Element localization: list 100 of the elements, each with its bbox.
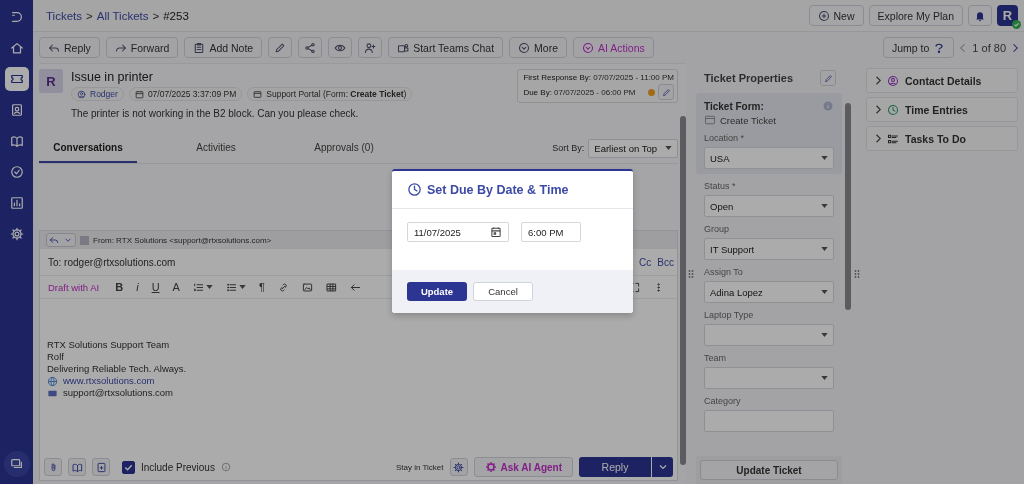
ask-ai-agent-button[interactable]: Ask AI Agent (473, 457, 573, 477)
first-response-text: First Response By: 07/07/2025 - 11:00 PM (523, 73, 674, 82)
sort-label: Sort By: (552, 143, 585, 153)
sort-select[interactable]: Earliest on Top (588, 138, 678, 158)
source-chip: Support Portal (Form: Create Ticket) (247, 87, 413, 101)
reply-icon (47, 235, 61, 245)
reply-button[interactable]: Reply (579, 457, 651, 477)
calendar-icon (490, 226, 502, 238)
tab[interactable]: Conversations (39, 133, 137, 163)
dropdown-field[interactable]: USA (704, 147, 834, 169)
share-button[interactable] (298, 37, 323, 58)
bcc-link[interactable]: Bcc (657, 256, 674, 268)
dropdown-field[interactable] (704, 324, 834, 346)
status-dot (648, 88, 655, 96)
update-ticket-button[interactable]: Update Ticket (700, 460, 838, 480)
task-list-icon (887, 132, 899, 145)
reply-type-button[interactable] (46, 233, 76, 247)
info-icon (822, 100, 834, 112)
edit-button[interactable] (268, 37, 293, 58)
jump-to-button[interactable]: Jump to (883, 37, 955, 58)
edit-properties-button[interactable] (820, 70, 836, 86)
format-button[interactable]: ¶ (253, 278, 270, 296)
time-field[interactable]: 6:00 PM (521, 222, 581, 242)
edit-icon (823, 73, 833, 83)
bullet-list-icon (225, 281, 237, 293)
caret-icon (238, 285, 246, 289)
from-text: From: RTX Solutions <support@rtxsolutions.com> (93, 235, 272, 245)
chat-button[interactable] (3, 451, 30, 477)
attach-button[interactable] (44, 458, 62, 476)
dropdown-field[interactable]: Adina Lopez (704, 281, 834, 303)
toolbar-button[interactable]: Forward (105, 37, 179, 58)
signature-line: Delivering Reliable Tech. Always. (47, 363, 188, 375)
breadcrumb-link[interactable]: Tickets (46, 9, 82, 22)
chat-icon (9, 457, 24, 471)
tab[interactable]: Activities (167, 133, 265, 163)
draft-with-ai-button[interactable]: Draft with AI (48, 281, 100, 293)
signature-line: Rolf (47, 351, 65, 363)
website-link[interactable]: www.rtxsolutions.com (63, 375, 155, 387)
notifications-button[interactable] (968, 5, 992, 26)
resize-handle[interactable] (688, 268, 694, 279)
update-button[interactable]: Update (407, 282, 467, 301)
toolbar-button[interactable]: Add Note (184, 37, 263, 58)
nav-item[interactable] (4, 67, 29, 91)
tab[interactable]: Approvals (0) (295, 133, 393, 163)
caret-icon (821, 156, 828, 160)
to-field[interactable]: To: rodger@rtxsolutions.com (48, 256, 176, 268)
reply-options-button[interactable] (652, 457, 673, 477)
toolbar-button[interactable]: Reply (39, 37, 100, 58)
knowledge-base-button[interactable] (68, 458, 86, 476)
logo-icon (9, 10, 24, 24)
format-button[interactable]: B (110, 278, 129, 296)
numbered-list-icon (192, 281, 204, 293)
settings-button[interactable] (449, 458, 468, 476)
window-icon (253, 89, 263, 99)
bell-icon (974, 9, 986, 22)
breadcrumb-link[interactable]: All Tickets (96, 9, 149, 22)
caret-icon (665, 146, 672, 150)
info-icon (220, 462, 231, 472)
format-button[interactable]: U (146, 278, 165, 296)
globe-icon (47, 375, 58, 387)
user-avatar[interactable]: R (997, 5, 1018, 26)
insert-button[interactable] (92, 458, 110, 476)
explore-plan-button[interactable]: Explore My Plan (868, 5, 963, 26)
toolbar-button[interactable]: Start Teams Chat (388, 37, 504, 58)
new-button[interactable]: New (808, 5, 864, 26)
caret-icon (205, 285, 213, 289)
field-label: Location * (704, 133, 746, 143)
link-icon (277, 281, 289, 293)
chart-icon (9, 196, 24, 210)
include-previous-checkbox[interactable] (122, 460, 135, 474)
accordion-header[interactable]: Time Entries (866, 97, 1018, 122)
next-icon[interactable] (1012, 42, 1018, 53)
toolbar-button[interactable]: AI Actions (573, 37, 654, 58)
dropdown-field[interactable]: Open (704, 195, 834, 217)
form-icon (704, 114, 716, 126)
cc-link[interactable]: Cc (639, 256, 652, 268)
text-field[interactable] (704, 410, 834, 432)
check-circle-icon (9, 165, 24, 179)
settings-icon (453, 461, 464, 473)
caret-icon (821, 290, 828, 294)
add-user-button[interactable] (358, 37, 383, 58)
resize-handle[interactable] (854, 268, 860, 279)
date-field[interactable]: 11/07/2025 (407, 222, 509, 242)
edit-due-button[interactable] (658, 84, 674, 100)
eye-button[interactable] (328, 37, 353, 58)
cancel-button[interactable]: Cancel (473, 282, 533, 301)
dropdown-field[interactable] (704, 367, 834, 389)
format-button[interactable]: A (167, 278, 185, 296)
requester-chip[interactable]: Rodger (71, 87, 124, 101)
dropdown-field[interactable]: IT Support (704, 238, 834, 260)
forward-icon (114, 41, 127, 54)
format-button[interactable]: i (131, 278, 144, 296)
share-icon (304, 41, 317, 54)
toolbar-button[interactable]: More (509, 37, 568, 58)
accordion-header[interactable]: Tasks To Do (866, 126, 1018, 151)
sender-icon (80, 235, 89, 245)
email-text: support@rtxsolutions.com (63, 387, 173, 399)
image-icon (301, 281, 313, 293)
accordion-header[interactable]: Contact Details (866, 68, 1018, 93)
breadcrumb-current: #253 (163, 9, 189, 22)
